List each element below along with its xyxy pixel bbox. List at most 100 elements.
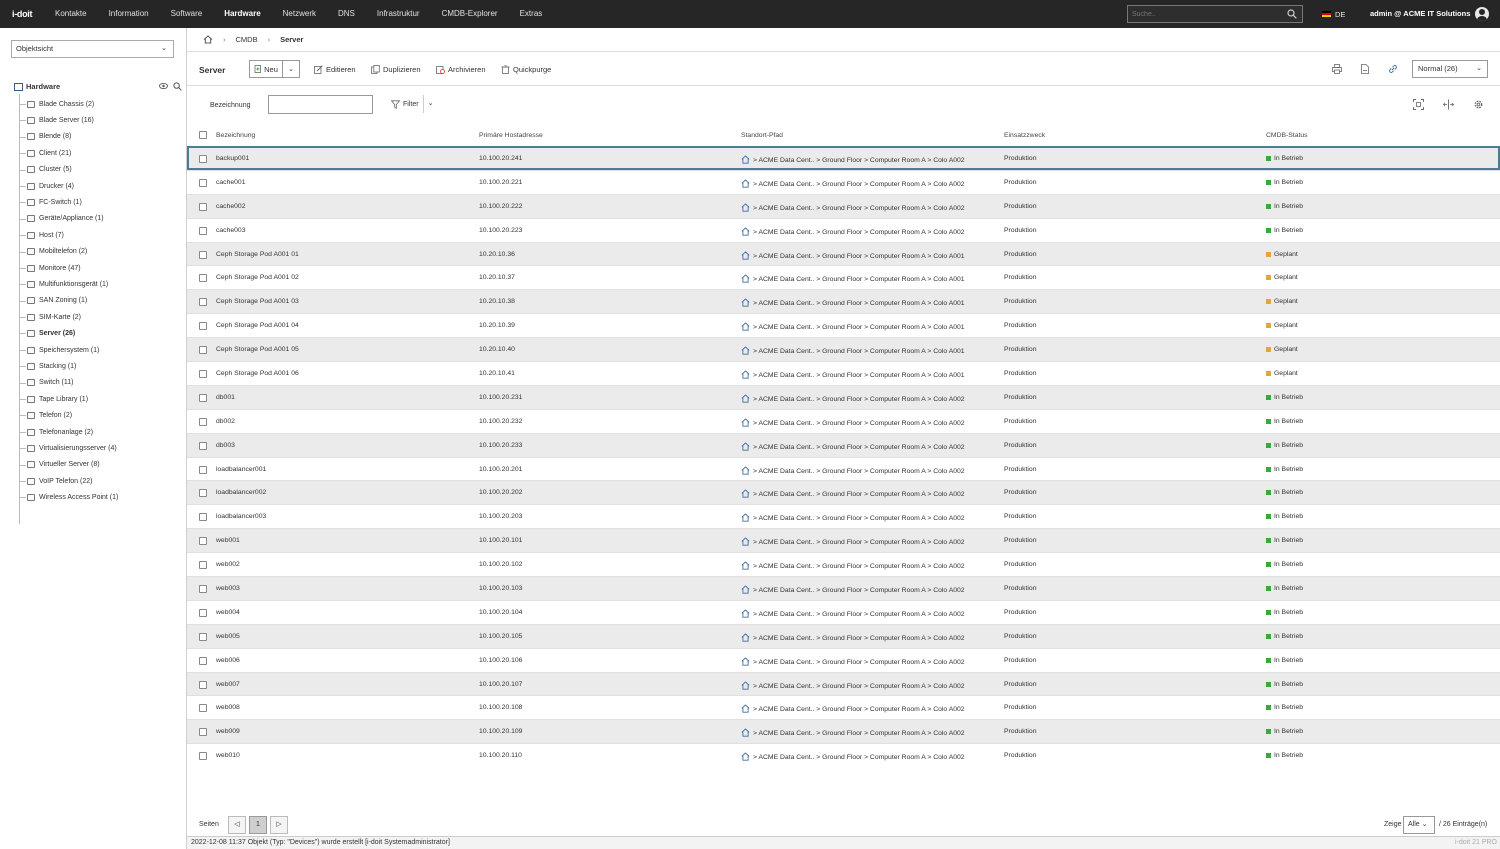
cell-name[interactable]: web003 — [216, 585, 240, 592]
row-checkbox[interactable] — [199, 704, 207, 713]
location-home-icon[interactable] — [741, 203, 750, 214]
search-input[interactable] — [1128, 6, 1278, 22]
object-view-select[interactable]: Objektsicht ⌄ — [11, 40, 174, 58]
location-home-icon[interactable] — [741, 370, 750, 381]
location-home-icon[interactable] — [741, 298, 750, 309]
print-icon[interactable] — [1332, 64, 1342, 74]
table-row[interactable]: cache003 10.100.20.223 > ACME Data Cent.. … — [187, 217, 1500, 242]
tree-item[interactable]: Host (7) — [19, 227, 118, 243]
tree-item[interactable]: Cluster (5) — [19, 162, 118, 178]
location-home-icon[interactable] — [741, 322, 750, 333]
table-row[interactable]: cache002 10.100.20.222 > ACME Data Cent.. … — [187, 193, 1500, 218]
row-checkbox[interactable] — [199, 489, 207, 498]
location-home-icon[interactable] — [741, 274, 750, 285]
tree-item[interactable]: Speichersystem (1) — [19, 342, 118, 358]
select-all-checkbox[interactable] — [199, 131, 207, 139]
next-page-button[interactable]: ▷ — [270, 816, 288, 834]
cell-name[interactable]: loadbalancer003 — [216, 513, 266, 520]
row-checkbox[interactable] — [199, 513, 207, 522]
name-filter-input[interactable] — [268, 95, 373, 114]
table-row[interactable]: web005 10.100.20.105 > ACME Data Cent.. > … — [187, 623, 1500, 648]
tree-item[interactable]: Telefon (2) — [19, 407, 118, 423]
cell-name[interactable]: loadbalancer002 — [216, 489, 266, 496]
prev-page-button[interactable]: ◁ — [228, 816, 246, 834]
location-home-icon[interactable] — [741, 728, 750, 739]
tree-item[interactable]: Virtualisierungsserver (4) — [19, 440, 118, 456]
cell-name[interactable]: db002 — [216, 418, 235, 425]
row-checkbox[interactable] — [199, 752, 207, 761]
nav-item-information[interactable]: Information — [98, 0, 160, 28]
table-row[interactable]: web009 10.100.20.109 > ACME Data Cent.. > … — [187, 719, 1500, 744]
row-checkbox[interactable] — [199, 680, 207, 689]
table-row[interactable]: Ceph Storage Pod A001 05 10.20.10.40 > ACM… — [187, 337, 1500, 362]
row-checkbox[interactable] — [199, 322, 207, 331]
location-home-icon[interactable] — [741, 418, 750, 429]
tree-item[interactable]: Stacking (1) — [19, 358, 118, 374]
row-checkbox[interactable] — [199, 632, 207, 641]
column-header-purpose[interactable]: Einsatzzweck — [1004, 132, 1045, 139]
tree-item[interactable]: Drucker (4) — [19, 178, 118, 194]
cell-name[interactable]: Ceph Storage Pod A001 04 — [216, 322, 299, 329]
row-checkbox[interactable] — [199, 298, 207, 307]
tree-item[interactable]: FC-Switch (1) — [19, 194, 118, 210]
location-home-icon[interactable] — [741, 561, 750, 572]
language-selector[interactable]: DE — [1322, 0, 1345, 28]
row-checkbox[interactable] — [199, 346, 207, 355]
tree-item[interactable]: Server (26) — [19, 325, 118, 341]
row-checkbox[interactable] — [199, 608, 207, 617]
page-button-current[interactable]: 1 — [249, 816, 267, 834]
row-checkbox[interactable] — [199, 370, 207, 379]
table-row[interactable]: backup001 10.100.20.241 > ACME Data Cent..… — [187, 146, 1500, 170]
quickpurge-button[interactable]: Quickpurge — [501, 65, 551, 74]
location-home-icon[interactable] — [741, 704, 750, 715]
breadcrumb-cmdb[interactable]: CMDB — [236, 35, 258, 44]
tree-item[interactable]: Tape Library (1) — [19, 391, 118, 407]
filter-dropdown-chevron-icon[interactable]: ⌄ — [423, 95, 437, 113]
column-header-location[interactable]: Standort-Pfad — [741, 132, 783, 139]
location-home-icon[interactable] — [741, 752, 750, 763]
cell-name[interactable]: loadbalancer001 — [216, 466, 266, 473]
cell-name[interactable]: cache001 — [216, 179, 245, 186]
column-header-status[interactable]: CMDB-Status — [1266, 132, 1308, 139]
cell-name[interactable]: Ceph Storage Pod A001 03 — [216, 298, 299, 305]
table-row[interactable]: Ceph Storage Pod A001 01 10.20.10.36 > ACM… — [187, 241, 1500, 266]
cell-name[interactable]: Ceph Storage Pod A001 02 — [216, 274, 299, 281]
cell-name[interactable]: Ceph Storage Pod A001 06 — [216, 370, 299, 377]
row-checkbox[interactable] — [199, 585, 207, 594]
user-menu[interactable]: admin @ ACME IT Solutions — [1370, 0, 1470, 28]
location-home-icon[interactable] — [741, 346, 750, 357]
row-checkbox[interactable] — [199, 561, 207, 570]
user-avatar-icon[interactable] — [1475, 7, 1489, 21]
row-checkbox[interactable] — [199, 728, 207, 737]
row-checkbox[interactable] — [199, 274, 207, 283]
cell-name[interactable]: web002 — [216, 561, 240, 568]
row-checkbox[interactable] — [199, 417, 207, 426]
location-home-icon[interactable] — [741, 657, 750, 668]
new-button[interactable]: Neu — [250, 61, 283, 77]
tree-item[interactable]: SAN Zoning (1) — [19, 293, 118, 309]
eye-icon[interactable] — [159, 82, 168, 90]
tree-item[interactable]: Mobiltelefon (2) — [19, 244, 118, 260]
row-checkbox[interactable] — [199, 226, 207, 235]
nav-item-extras[interactable]: Extras — [509, 0, 554, 28]
tree-item[interactable]: SIM-Karte (2) — [19, 309, 118, 325]
location-home-icon[interactable] — [741, 179, 750, 190]
nav-item-infrastruktur[interactable]: Infrastruktur — [366, 0, 431, 28]
location-home-icon[interactable] — [741, 250, 750, 262]
table-row[interactable]: web004 10.100.20.104 > ACME Data Cent.. > … — [187, 599, 1500, 624]
cell-name[interactable]: web010 — [216, 752, 240, 759]
tree-item[interactable]: Client (21) — [19, 145, 118, 161]
gear-icon[interactable] — [1473, 99, 1484, 110]
location-home-icon[interactable] — [741, 394, 750, 405]
tree-item[interactable]: Virtueller Server (8) — [19, 457, 118, 473]
location-home-icon[interactable] — [741, 633, 750, 644]
tree-item[interactable]: Monitore (47) — [19, 260, 118, 276]
row-checkbox[interactable] — [199, 393, 207, 402]
cell-name[interactable]: web006 — [216, 657, 240, 664]
location-home-icon[interactable] — [741, 227, 750, 238]
tree-item[interactable]: Multifunktionsgerät (1) — [19, 276, 118, 292]
filter-button[interactable]: Filter — [391, 100, 419, 109]
cell-name[interactable]: db001 — [216, 394, 235, 401]
nav-item-hardware[interactable]: Hardware — [213, 0, 271, 28]
table-row[interactable]: web008 10.100.20.108 > ACME Data Cent.. > … — [187, 695, 1500, 719]
